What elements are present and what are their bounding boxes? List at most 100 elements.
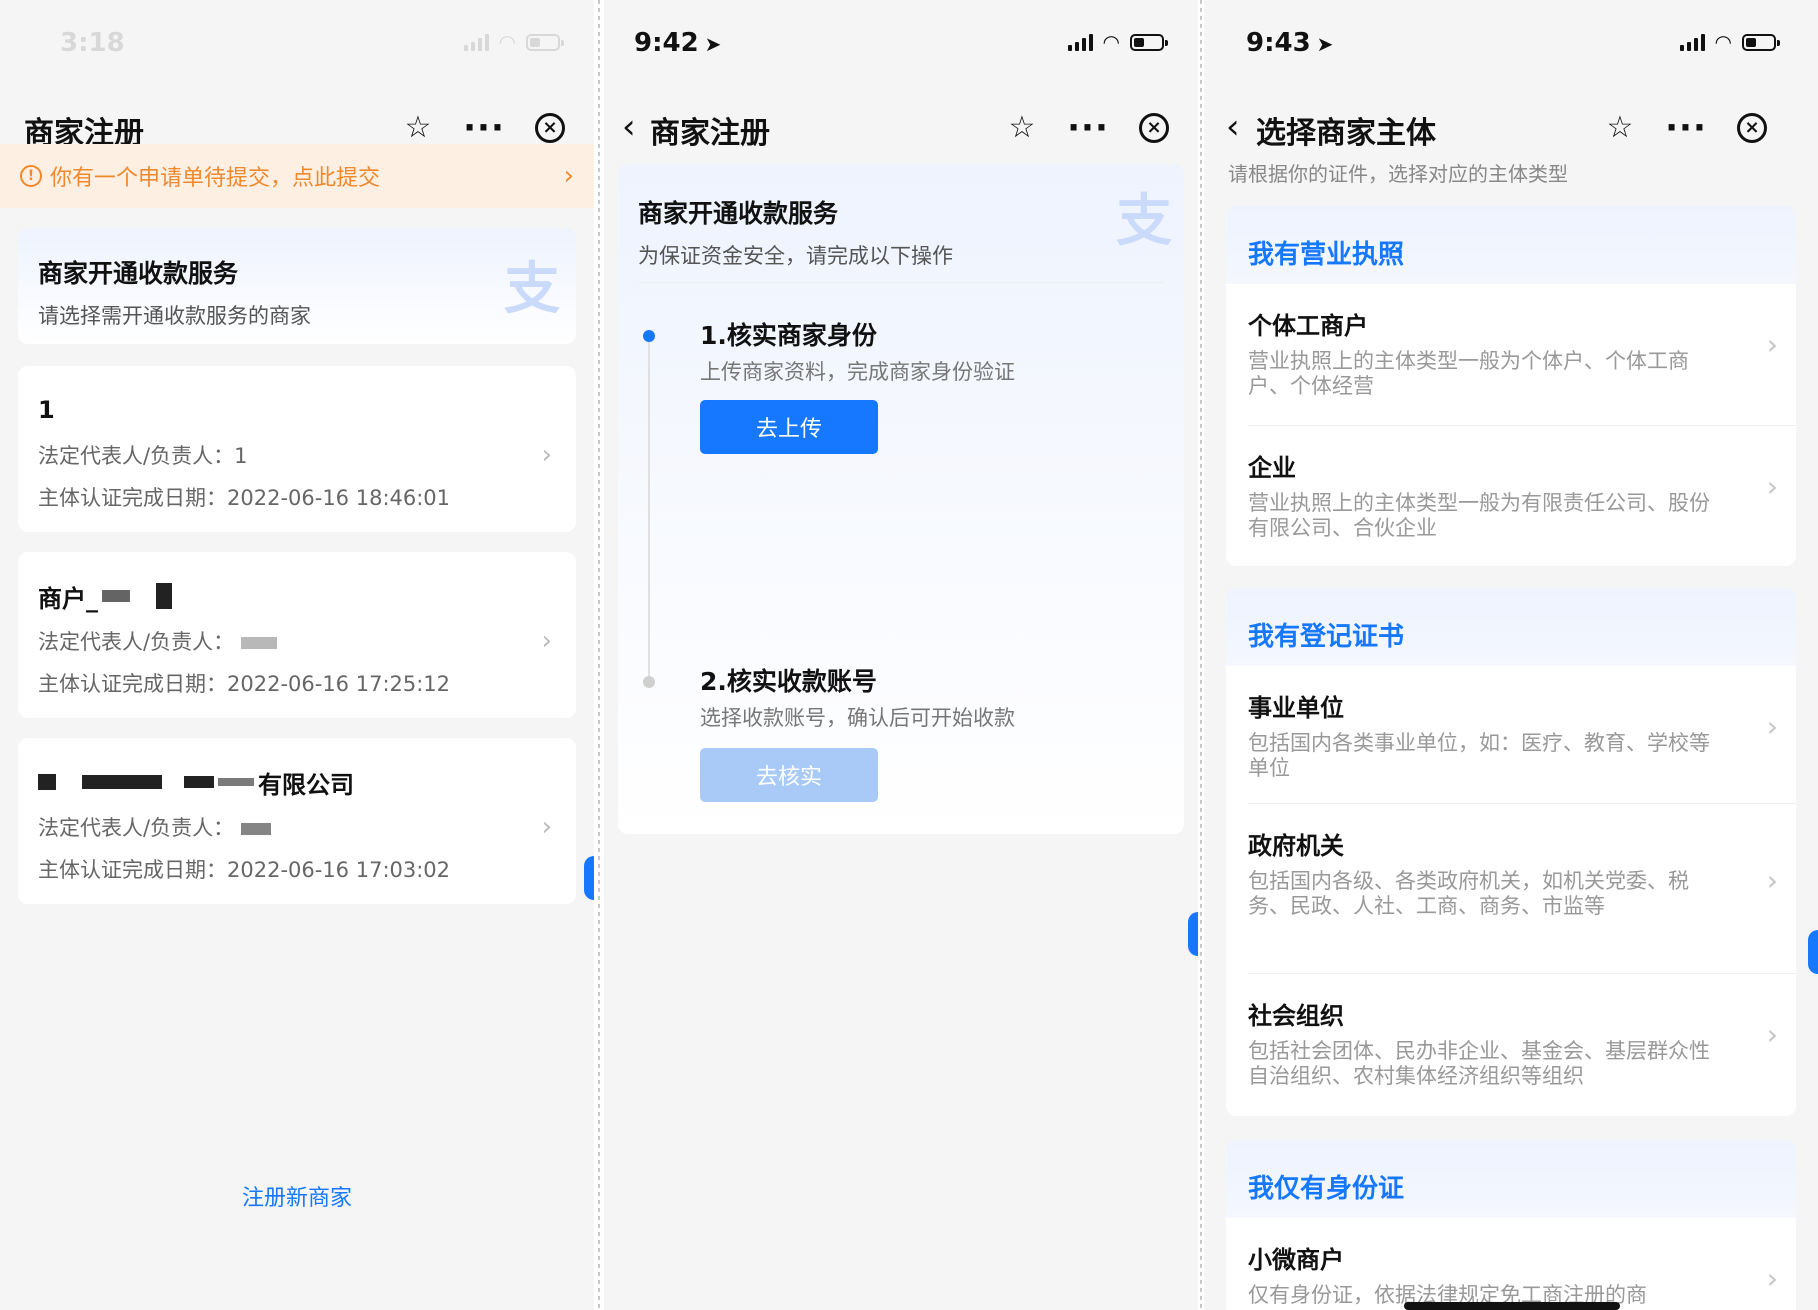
entity-title: 事业单位 [1248, 694, 1344, 722]
merchant-card[interactable]: 有限公司 法定代表人/负责人： 主体认证完成日期：2022-06-16 17:0… [18, 738, 576, 904]
redaction-mask [240, 637, 277, 649]
merchant-representative: 法定代表人/负责人： [38, 630, 235, 654]
chevron-right-icon: › [1766, 328, 1778, 361]
wifi-icon: ◠ [498, 30, 516, 54]
step-1-subtitle: 上传商家资料，完成商家身份验证 [700, 360, 1015, 384]
status-time: 9:43 [1246, 28, 1311, 58]
battery-icon [526, 33, 564, 51]
close-icon: × [535, 113, 565, 143]
merchant-register-steps-screen: 9:42 ➤ ◠ ‹ 商家注册 ☆ ··· × 商家开通收款服务 为保证资金安全，… [604, 0, 1198, 1310]
status-bar: 9:43 ➤ ◠ [1204, 0, 1818, 84]
redaction-mask [156, 583, 172, 609]
page-title: 商家注册 [650, 116, 770, 151]
page-title: 选择商家主体 [1256, 116, 1436, 151]
step-dot-active [643, 330, 655, 342]
select-entity-type-screen: 9:43 ➤ ◠ ‹ 选择商家主体 ☆ ··· × 请根据你的证件，选择对应的主体… [1204, 0, 1818, 1310]
register-new-merchant-link[interactable]: 注册新商家 [0, 1180, 594, 1212]
entity-option-government-agency[interactable]: 政府机关 包括国内各级、各类政府机关，如机关党委、税务、民政、人社、工商、商务、… [1226, 804, 1796, 974]
section-business-license: 我有营业执照 [1226, 206, 1796, 284]
redaction-mask [82, 775, 162, 789]
service-subtitle: 为保证资金安全，请完成以下操作 [638, 244, 953, 268]
entity-description: 包括国内各级、各类政府机关，如机关党委、税务、民政、人社、工商、商务、市监等 [1248, 869, 1689, 919]
more-icon[interactable]: ··· [1064, 104, 1112, 152]
entity-title: 小微商户 [1248, 1246, 1344, 1274]
entity-description: 营业执照上的主体类型一般为个体户、个体工商户、个体经营 [1248, 349, 1689, 399]
nav-bar: ‹ 商家注册 ☆ ··· × [604, 84, 1198, 174]
wifi-icon: ◠ [1714, 30, 1732, 54]
location-arrow-icon: ➤ [704, 32, 722, 56]
entity-type-hint: 请根据你的证件，选择对应的主体类型 [1228, 162, 1568, 186]
step-2-subtitle: 选择收款账号，确认后可开始收款 [700, 706, 1015, 730]
redaction-mask [38, 774, 56, 790]
signal-icon [1679, 33, 1705, 51]
chevron-right-icon: › [541, 626, 552, 656]
entity-title: 个体工商户 [1248, 312, 1368, 340]
status-time: 3:18 [60, 28, 125, 58]
merchant-representative: 法定代表人/负责人： [38, 816, 235, 840]
merchant-auth-date: 主体认证完成日期：2022-06-16 17:25:12 [38, 672, 451, 696]
status-time: 9:42 [634, 28, 699, 58]
home-indicator [1404, 1302, 1620, 1310]
entity-title: 企业 [1248, 454, 1296, 482]
merchant-card[interactable]: 1 法定代表人/负责人：1 主体认证完成日期：2022-06-16 18:46:… [18, 366, 576, 532]
wifi-icon: ◠ [1102, 30, 1120, 54]
pending-application-banner[interactable]: ! 你有一个申请单待提交，点此提交 › [0, 144, 594, 208]
close-icon: × [1139, 113, 1169, 143]
more-icon[interactable]: ··· [1662, 104, 1710, 152]
merchant-name: 1 [38, 396, 55, 424]
status-bar: 3:18 ◠ [0, 0, 594, 84]
entity-description: 包括社会团体、民办非企业、基金会、基层群众性自治组织、农村集体经济组织等组织 [1248, 1039, 1710, 1089]
close-button[interactable]: × [1130, 104, 1178, 152]
service-title: 商家开通收款服务 [38, 259, 239, 288]
side-drawer-handle[interactable] [1188, 912, 1198, 956]
verify-account-button: 去核实 [700, 748, 878, 802]
star-icon[interactable]: ☆ [1596, 104, 1644, 152]
service-title: 商家开通收款服务 [638, 199, 839, 228]
redaction-mask [218, 778, 254, 786]
redaction-mask [102, 590, 130, 602]
info-icon: ! [20, 165, 42, 187]
section-registration-certificate: 我有登记证书 [1226, 588, 1796, 666]
star-icon[interactable]: ☆ [998, 104, 1046, 152]
entity-description: 营业执照上的主体类型一般为有限责任公司、股份有限公司、合伙企业 [1248, 491, 1710, 541]
step-2-title: 2.核实收款账号 [700, 667, 877, 696]
merchant-auth-date: 主体认证完成日期：2022-06-16 18:46:01 [38, 486, 451, 510]
upload-button[interactable]: 去上传 [700, 400, 878, 454]
entity-title: 社会组织 [1248, 1002, 1344, 1030]
side-drawer-handle[interactable] [1808, 930, 1818, 974]
divider [638, 282, 1164, 283]
redaction-mask [240, 823, 271, 835]
chevron-right-icon: › [541, 440, 552, 470]
alipay-logo-icon: 支 [504, 256, 560, 322]
chevron-right-icon: › [1766, 864, 1778, 897]
step-1-title: 1.核实商家身份 [700, 321, 877, 350]
entity-option-individual-business[interactable]: 个体工商户 营业执照上的主体类型一般为个体户、个体工商户、个体经营 › [1226, 284, 1796, 426]
merchant-auth-date: 主体认证完成日期：2022-06-16 17:03:02 [38, 858, 451, 882]
merchant-card[interactable]: 商户_ 法定代表人/负责人： 主体认证完成日期：2022-06-16 17:25… [18, 552, 576, 718]
entity-option-enterprise[interactable]: 企业 营业执照上的主体类型一般为有限责任公司、股份有限公司、合伙企业 › [1226, 426, 1796, 566]
close-button[interactable]: × [1728, 104, 1776, 152]
step-dot-inactive [643, 676, 655, 688]
service-subtitle: 请选择需开通收款服务的商家 [38, 304, 311, 328]
steps-card: 商家开通收款服务 为保证资金安全，请完成以下操作 支 1.核实商家身份 上传商家… [618, 164, 1184, 834]
merchant-list-screen: 3:18 ◠ 商家注册 ☆ ··· × ! 你有一个申请单待提交，点此提交 › … [0, 0, 594, 1310]
entity-option-micro-merchant[interactable]: 小微商户 仅有身份证，依据法律规定免工商注册的商 › [1226, 1218, 1796, 1310]
chevron-right-icon: › [541, 812, 552, 842]
merchant-name: 有限公司 [258, 770, 354, 799]
signal-icon [463, 33, 489, 51]
panel-divider [1199, 0, 1203, 1310]
back-arrow-icon[interactable]: ‹ [1226, 110, 1240, 144]
close-icon: × [1737, 113, 1767, 143]
chevron-right-icon: › [563, 161, 574, 191]
chevron-right-icon: › [1766, 710, 1778, 743]
entity-option-public-institution[interactable]: 事业单位 包括国内各类事业单位，如：医疗、教育、学校等单位 › [1226, 666, 1796, 804]
signal-icon [1067, 33, 1093, 51]
side-drawer-handle[interactable] [584, 856, 594, 900]
panel-divider [597, 0, 601, 1310]
merchant-representative: 法定代表人/负责人：1 [38, 444, 248, 468]
redaction-mask [184, 776, 214, 788]
location-arrow-icon: ➤ [1316, 32, 1334, 56]
entity-option-social-organization[interactable]: 社会组织 包括社会团体、民办非企业、基金会、基层群众性自治组织、农村集体经济组织… [1226, 974, 1796, 1116]
entity-description: 包括国内各类事业单位，如：医疗、教育、学校等单位 [1248, 731, 1710, 781]
back-arrow-icon[interactable]: ‹ [622, 110, 636, 144]
